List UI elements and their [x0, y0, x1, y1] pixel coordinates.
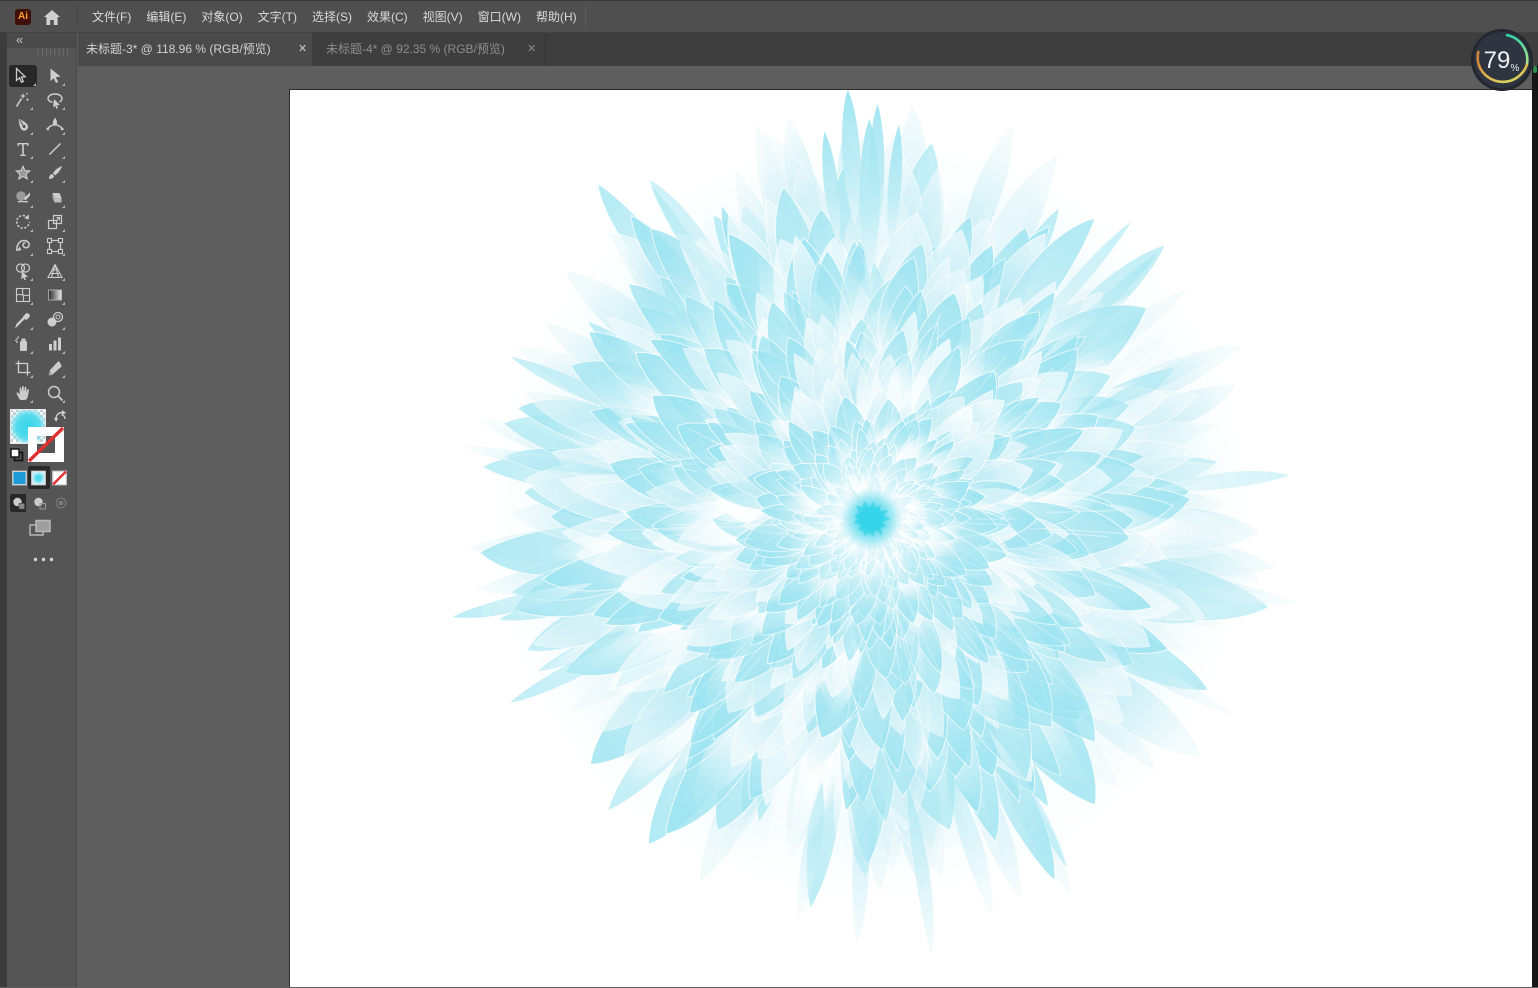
svg-text:79: 79: [1484, 47, 1511, 74]
svg-text:%: %: [1511, 63, 1520, 74]
